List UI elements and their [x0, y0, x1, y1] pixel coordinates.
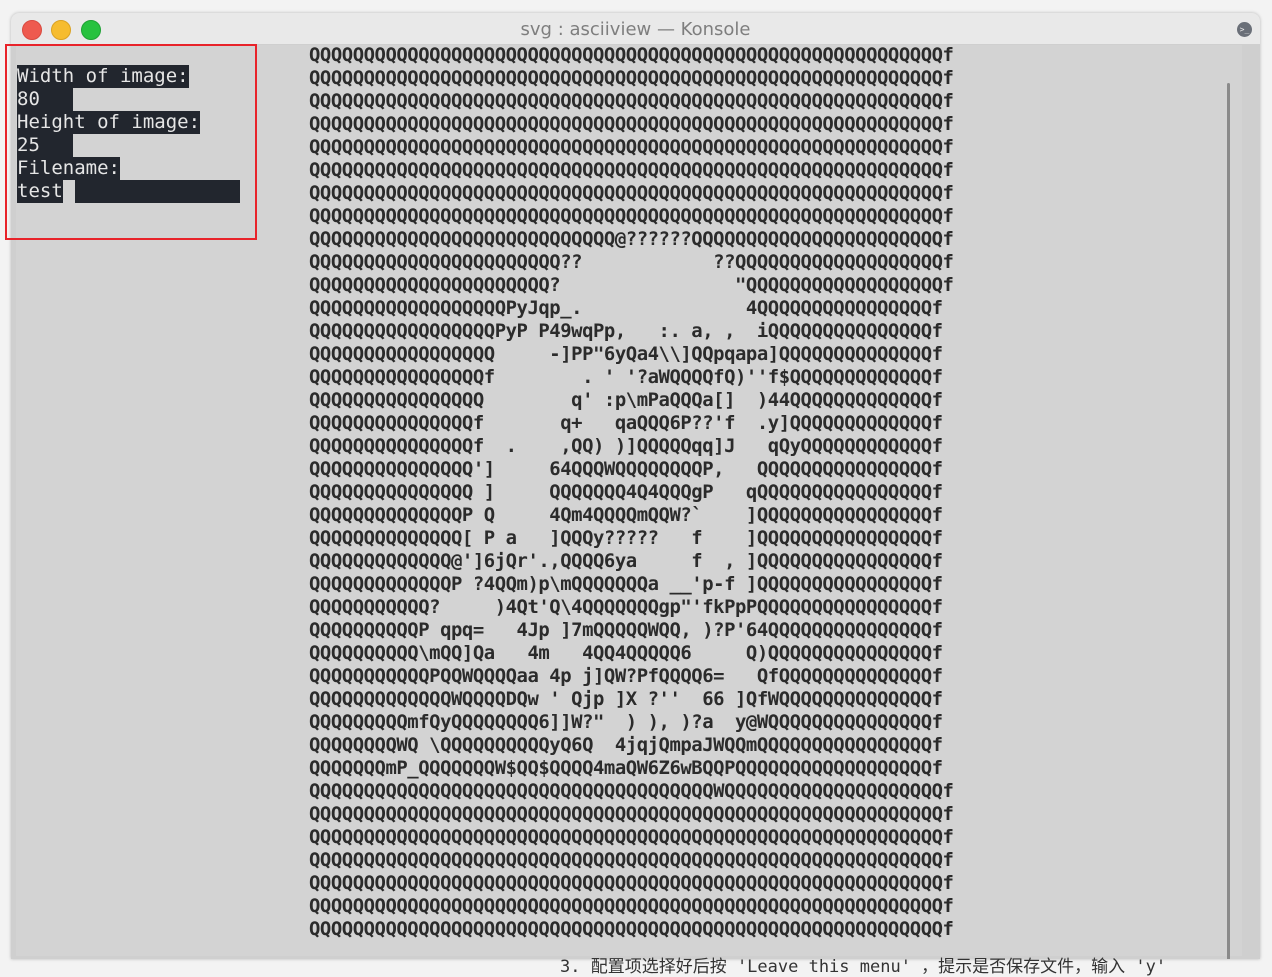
ascii-line: QQQQQQQQQQQQQQQQQ -]PP"6yQa4\\]QQpqapa]Q… — [309, 343, 943, 365]
ascii-line: QQQQQQQQQQQQQQQQQQPyJqp_. 4QQQQQQQQQQQQQ… — [309, 297, 943, 319]
ascii-line: QQQQQQQQQQQQQQQQQQQQQQQQQQQQQQQQQQQQQQQQ… — [309, 159, 954, 181]
ascii-line: QQQQQQQQQQQQQP ?4QQm)p\mQQQQQQQa __'p-f … — [309, 573, 943, 595]
window-title: svg : asciiview — Konsole — [520, 19, 751, 40]
ascii-line: QQQQQQQQQQQQQQQQQQQQQQQQQQQQQQQQQQQQQQQQ… — [309, 872, 954, 894]
ascii-line: QQQQQQQQQQQQQQQQQQQQQQQQQQQQQQQQQQQQQQQQ… — [309, 136, 954, 158]
ascii-line: QQQQQQQQQQQQQQQQQQQQQQ? "QQQQQQQQQQQQQQQ… — [309, 274, 954, 296]
ascii-line: QQQQQQQQQQQQQQQQQQQQQQQQQQQQQQQQQQQQQQQQ… — [309, 44, 954, 66]
ascii-line: QQQQQQQQQQQQQQ[ P a ]QQQy????? f ]QQQQQQ… — [309, 527, 943, 549]
ascii-line: QQQQQQQQQmfQyQQQQQQQQ6]]W?" ) ), )?a y@W… — [309, 711, 943, 733]
scrollbar[interactable] — [1227, 83, 1230, 959]
background-document-text: 3. 配置项选择好后按 'Leave this menu' ，提示是否保存文件，… — [560, 957, 1167, 977]
ascii-line: QQQQQQQQQQQQQQQQQQQQQQQQQQQQQQQQQQQQQQQQ… — [309, 849, 954, 871]
ascii-line: QQQQQQQQQQQQQQQQQQQQQQQQQQQQQQQQQQQQQQQQ… — [309, 182, 954, 204]
ascii-line: QQQQQQQQQQQQQQQQQPyP P49wqPp, :. a, , iQ… — [309, 320, 943, 342]
ascii-line: QQQQQQQQQQP qpq= 4Jp ]7mQQQQQWQQ, )?P'64… — [309, 619, 943, 641]
ascii-line: QQQQQQQQQQQQQQQQQQQQQQQQQQQQQQQQQQQQQQQQ… — [309, 205, 954, 227]
ascii-line: QQQQQQQQQQQ? )4Qt'Q\4QQQQQQQgp"'fkPpPQQQ… — [309, 596, 943, 618]
ascii-line: QQQQQQQQQQQQQQQQQQQQQQQQQQQQQQQQQQQQQWQQ… — [309, 780, 954, 802]
ascii-line: QQQQQQQQQQQQQQQQQQQQQQQQQQQQQQQQQQQQQQQQ… — [309, 67, 954, 89]
ascii-line: QQQQQQQQQQQPQQWQQQQaa 4p j]QW?PfQQQQ6= Q… — [309, 665, 943, 687]
ascii-line: QQQQQQQQQQQQQQQf q+ qaQQQ6P??'f .y]QQQQQ… — [309, 412, 943, 434]
ascii-line: QQQQQQQQQQQQQQQ'] 64QQQWQQQQQQQQP, QQQQQ… — [309, 458, 943, 480]
ascii-line: QQQQQQQQQQQQQQQQ q' :p\mPaQQQa[] )44QQQQ… — [309, 389, 943, 411]
ascii-line: QQQQQQQQQQQQQQQQQQQQQQQ?? ??QQQQQQQQQQQQ… — [309, 251, 954, 273]
ascii-line: QQQQQQQQQQQQQQQQQQQQQQQQQQQQ@??????QQQQQ… — [309, 228, 954, 250]
ascii-line: QQQQQQQQQQQQQQQQQQQQQQQQQQQQQQQQQQQQQQQQ… — [309, 918, 954, 940]
title-bar[interactable]: svg : asciiview — Konsole >_ — [11, 13, 1260, 45]
red-annotation-box — [5, 44, 257, 240]
ascii-line: QQQQQQQQQQQQQQQQf . ' '?aWQQQQfQ)''f$QQQ… — [309, 366, 943, 388]
ascii-line: QQQQQQQQQQQQQ@']6jQr'.,QQQQ6ya f , ]QQQQ… — [309, 550, 943, 572]
ascii-line: QQQQQQQQQQQQQQQQQQQQQQQQQQQQQQQQQQQQQQQQ… — [309, 895, 954, 917]
ascii-line: QQQQQQQQQQQQQQQQQQQQQQQQQQQQQQQQQQQQQQQQ… — [309, 826, 954, 848]
ascii-line: QQQQQQQQQQQQQQQQQQQQQQQQQQQQQQQQQQQQQQQQ… — [309, 113, 954, 135]
terminal-icon[interactable]: >_ — [1237, 22, 1252, 37]
ascii-line: QQQQQQQQQQQQQQQf . ,QQ) )]QQQQQqq]J qQyQ… — [309, 435, 943, 457]
ascii-art-output: QQQQQQQQQQQQQQQQQQQQQQQQQQQQQQQQQQQQQQQQ… — [309, 44, 954, 941]
ascii-line: QQQQQQQQQQQQQQQQQQQQQQQQQQQQQQQQQQQQQQQQ… — [309, 90, 954, 112]
ascii-line: QQQQQQQQWQ \QQQQQQQQQQyQ6Q 4jqjQmpaJWQQm… — [309, 734, 943, 756]
ascii-line: QQQQQQQQQQQQQQQ ] QQQQQQQ4Q4QQQgP qQQQQQ… — [309, 481, 943, 503]
ascii-line: QQQQQQQQQQ\mQQ]Qa 4m 4QQ4QQQQQ6 Q)QQQQQQ… — [309, 642, 943, 664]
ascii-line: QQQQQQQQQQQQQQQQQQQQQQQQQQQQQQQQQQQQQQQQ… — [309, 803, 954, 825]
ascii-line: QQQQQQQQQQQQQQP Q 4Qm4QQQQmQQW?` ]QQQQQQ… — [309, 504, 943, 526]
ascii-line: QQQQQQQmP_QQQQQQQW$QQ$QQQQ4maQW6Z6wBQQPQ… — [309, 757, 943, 779]
ascii-line: QQQQQQQQQQQQQWQQQQDQw ' Qjp ]X ?'' 66 ]Q… — [309, 688, 943, 710]
